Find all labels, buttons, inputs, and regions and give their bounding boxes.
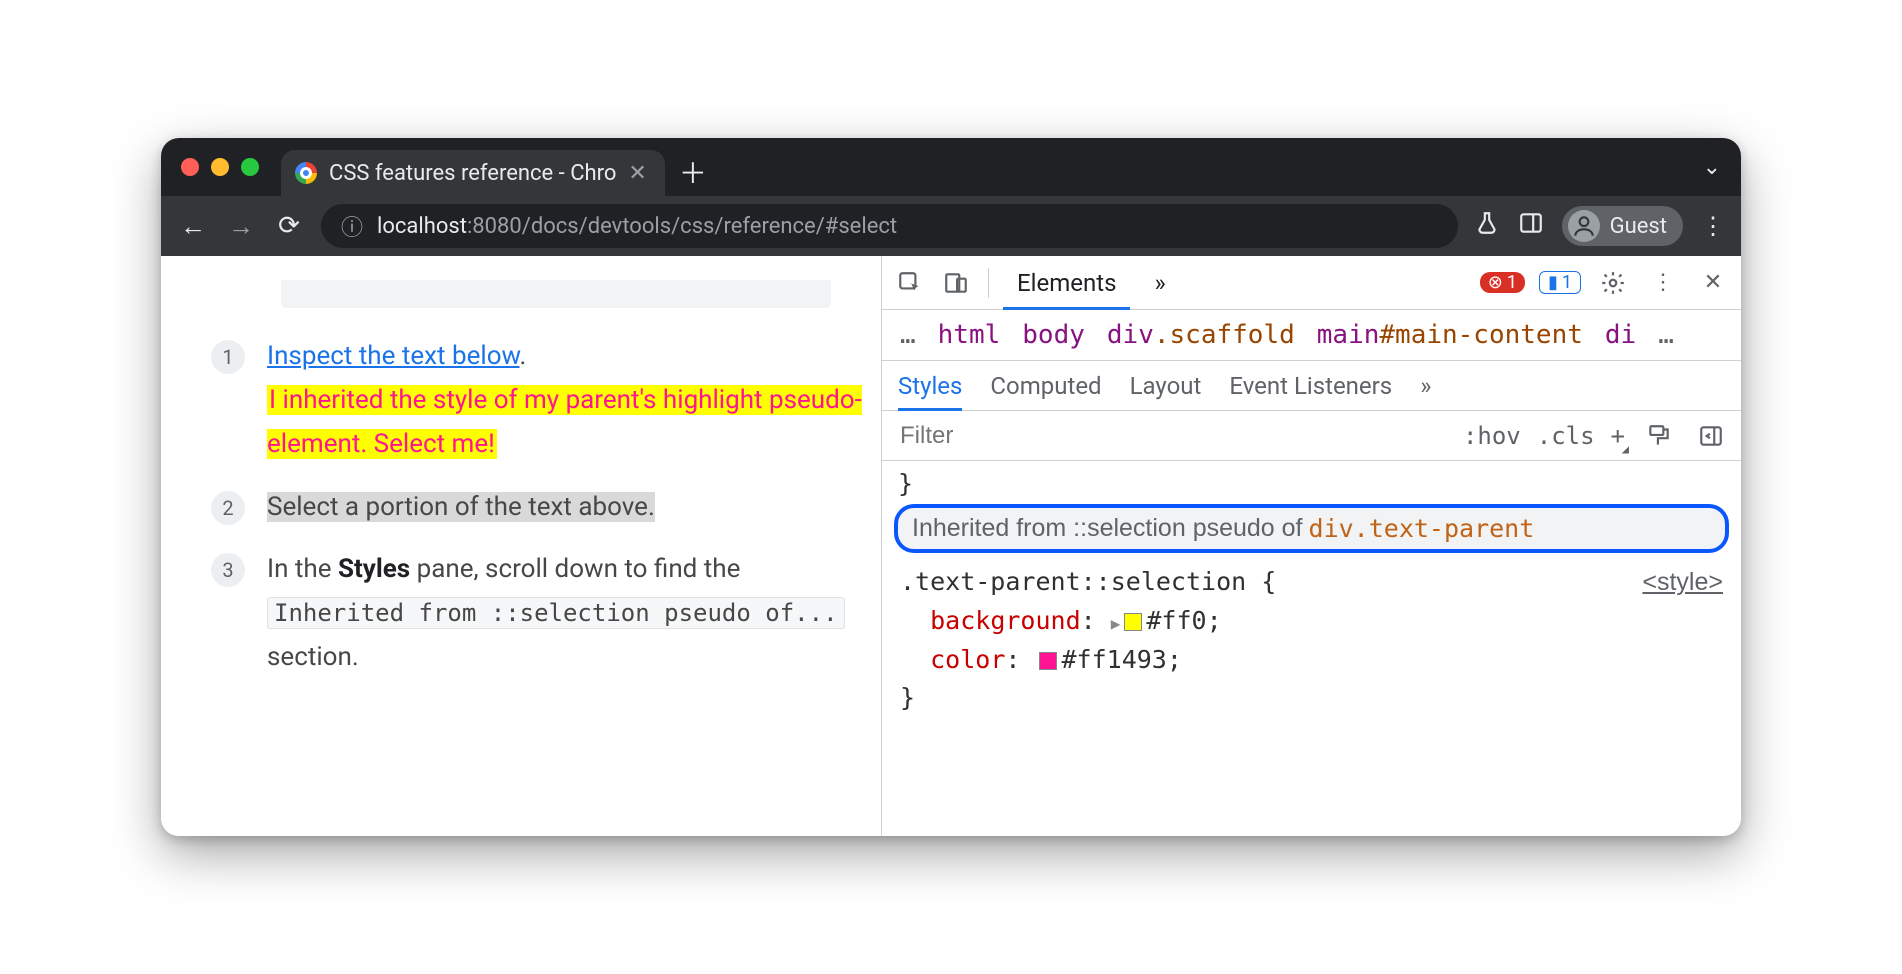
url-host: localhost bbox=[377, 214, 467, 239]
inspect-link[interactable]: Inspect the text below bbox=[267, 341, 520, 371]
issue-badge[interactable]: ▮ 1 bbox=[1539, 271, 1581, 294]
subtab-more[interactable]: » bbox=[1420, 361, 1431, 410]
window-controls bbox=[181, 158, 259, 176]
paint-icon[interactable] bbox=[1641, 418, 1677, 454]
step-2: 2 Select a portion of the text above. bbox=[211, 485, 863, 529]
toggle-sidebar-icon[interactable] bbox=[1693, 418, 1729, 454]
inherited-section-header[interactable]: Inherited from ::selection pseudo of div… bbox=[894, 504, 1729, 553]
subtab-event-listeners[interactable]: Event Listeners bbox=[1229, 361, 1392, 410]
subtab-computed[interactable]: Computed bbox=[990, 361, 1101, 410]
tab-overflow-icon[interactable]: ⌄ bbox=[1703, 155, 1721, 180]
subtab-styles[interactable]: Styles bbox=[898, 361, 962, 410]
color-swatch-pink[interactable] bbox=[1039, 652, 1057, 670]
content-split: 1 Inspect the text below. I inherited th… bbox=[161, 256, 1741, 836]
css-rule[interactable]: <style> .text-parent::selection { backgr… bbox=[894, 561, 1729, 720]
chrome-favicon-icon bbox=[295, 162, 317, 184]
toolbar-right: Guest ⋮ bbox=[1474, 206, 1725, 246]
avatar-icon bbox=[1568, 210, 1600, 242]
close-window-icon[interactable] bbox=[181, 158, 199, 176]
tab-more[interactable]: » bbox=[1140, 256, 1179, 309]
browser-tab[interactable]: CSS features reference - Chro ✕ bbox=[281, 150, 665, 196]
kebab-icon[interactable]: ⋮ bbox=[1645, 265, 1681, 301]
minimize-window-icon[interactable] bbox=[211, 158, 229, 176]
rule-source-link[interactable]: <style> bbox=[1642, 563, 1723, 602]
step-number: 1 bbox=[211, 340, 245, 374]
step-1: 1 Inspect the text below. I inherited th… bbox=[211, 334, 863, 467]
devtools-toolbar: Elements » ⊗ 1 ▮ 1 ⋮ ✕ bbox=[882, 256, 1741, 310]
styles-filter-input[interactable] bbox=[894, 418, 1447, 454]
step-3: 3 In the Styles pane, scroll down to fin… bbox=[211, 547, 863, 680]
menu-icon[interactable]: ⋮ bbox=[1701, 212, 1725, 240]
tab-elements[interactable]: Elements bbox=[1003, 256, 1130, 309]
back-button[interactable]: ← bbox=[177, 211, 209, 242]
browser-window: CSS features reference - Chro ✕ ＋ ⌄ ← → … bbox=[161, 138, 1741, 836]
rule-selector[interactable]: .text-parent::selection { bbox=[900, 567, 1276, 596]
styles-pane: } Inherited from ::selection pseudo of d… bbox=[882, 461, 1741, 728]
address-bar[interactable]: ⓘ localhost:8080/docs/devtools/css/refer… bbox=[321, 204, 1458, 248]
color-swatch-yellow[interactable] bbox=[1124, 613, 1142, 631]
settings-icon[interactable] bbox=[1595, 265, 1631, 301]
prop-background[interactable]: background bbox=[930, 606, 1081, 635]
tab-title: CSS features reference - Chro bbox=[329, 161, 616, 186]
codeblock-placeholder bbox=[281, 280, 831, 308]
cls-toggle[interactable]: .cls bbox=[1537, 422, 1595, 450]
closing-brace-top: } bbox=[894, 469, 1729, 498]
prop-color[interactable]: color bbox=[930, 645, 1005, 674]
profile-label: Guest bbox=[1610, 214, 1667, 239]
error-badge[interactable]: ⊗ 1 bbox=[1480, 272, 1525, 293]
toolbar: ← → ⟳ ⓘ localhost:8080/docs/devtools/css… bbox=[161, 196, 1741, 256]
profile-button[interactable]: Guest bbox=[1562, 206, 1683, 246]
step-2-text: Select a portion of the text above. bbox=[267, 492, 655, 522]
titlebar: CSS features reference - Chro ✕ ＋ ⌄ bbox=[161, 138, 1741, 196]
device-toggle-icon[interactable] bbox=[938, 265, 974, 301]
step-number: 2 bbox=[211, 491, 245, 525]
expand-icon[interactable]: ▶ bbox=[1111, 614, 1121, 633]
maximize-window-icon[interactable] bbox=[241, 158, 259, 176]
forward-button[interactable]: → bbox=[225, 211, 257, 242]
new-tab-button[interactable]: ＋ bbox=[673, 152, 713, 192]
url-path: :8080/docs/devtools/css/reference/#selec… bbox=[467, 214, 897, 239]
devtools-panel: Elements » ⊗ 1 ▮ 1 ⋮ ✕ … html body div.s… bbox=[881, 256, 1741, 836]
code-inline: Inherited from ::selection pseudo of... bbox=[267, 597, 845, 629]
site-info-icon[interactable]: ⓘ bbox=[341, 210, 363, 242]
reload-button[interactable]: ⟳ bbox=[273, 211, 305, 241]
side-panel-icon[interactable] bbox=[1518, 210, 1544, 242]
labs-icon[interactable] bbox=[1474, 210, 1500, 242]
close-devtools-icon[interactable]: ✕ bbox=[1695, 265, 1731, 301]
styles-subtabs: Styles Computed Layout Event Listeners » bbox=[882, 361, 1741, 411]
step-number: 3 bbox=[211, 553, 245, 587]
new-rule-button[interactable]: +◢ bbox=[1611, 422, 1625, 450]
inspect-element-icon[interactable] bbox=[892, 265, 928, 301]
styles-filter-row: :hov .cls +◢ bbox=[882, 411, 1741, 461]
tab-close-icon[interactable]: ✕ bbox=[628, 161, 646, 186]
dom-breadcrumb[interactable]: … html body div.scaffold main#main-conte… bbox=[882, 310, 1741, 361]
subtab-layout[interactable]: Layout bbox=[1130, 361, 1202, 410]
closing-brace: } bbox=[900, 683, 915, 712]
highlighted-text[interactable]: I inherited the style of my parent's hig… bbox=[267, 385, 862, 459]
page-viewport: 1 Inspect the text below. I inherited th… bbox=[161, 256, 881, 836]
hov-toggle[interactable]: :hov bbox=[1463, 422, 1521, 450]
